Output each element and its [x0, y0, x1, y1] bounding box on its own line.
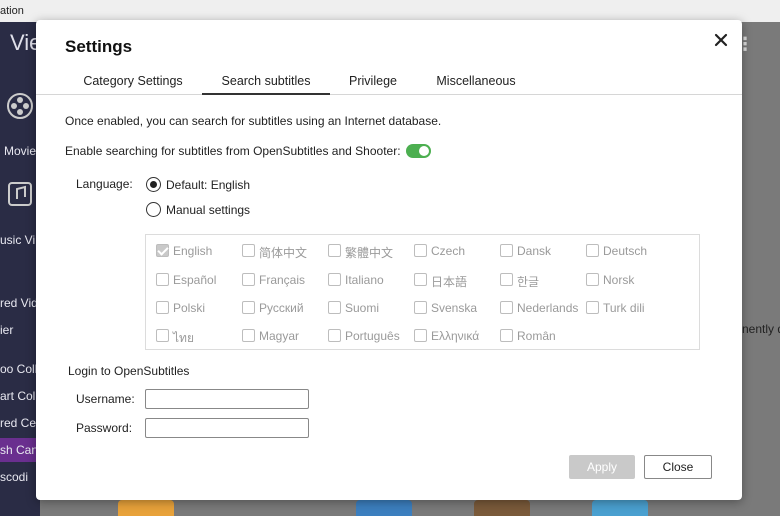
settings-dialog: Settings Category Settings Search subtit…: [36, 20, 742, 500]
language-label: Român: [517, 329, 556, 343]
sidebar: Vie Movie usic Vi red Vid ier oo Colle a…: [0, 22, 40, 516]
language-label: 繁體中文: [345, 246, 394, 260]
language-checkbox[interactable]: [328, 273, 341, 286]
sidebar-item-trash-can[interactable]: sh Can: [0, 438, 40, 462]
language-label: Français: [259, 273, 306, 287]
language-label: Português: [345, 329, 400, 343]
language-checkbox[interactable]: [242, 301, 255, 314]
radio-unselected-icon[interactable]: [146, 202, 161, 217]
language-checkbox[interactable]: [500, 301, 513, 314]
language-label: 한글: [517, 275, 540, 289]
language-checkbox[interactable]: [242, 329, 255, 342]
language-checkbox[interactable]: [328, 301, 341, 314]
language-label: 简体中文: [259, 246, 308, 260]
sidebar-item-movies[interactable]: Movie: [4, 144, 36, 158]
language-label: Deutsch: [603, 244, 648, 258]
language-checkbox[interactable]: [156, 329, 169, 342]
language-checkbox[interactable]: [156, 273, 169, 286]
language-checkbox[interactable]: [586, 301, 599, 314]
language-label: Italiano: [345, 273, 384, 287]
film-reel-icon: [7, 93, 33, 119]
language-checkbox[interactable]: [328, 329, 341, 342]
radio-manual-label: Manual settings: [166, 203, 251, 217]
sidebar-item-transcoding[interactable]: scodi: [0, 470, 28, 484]
enable-search-label: Enable searching for subtitles from Open…: [65, 144, 401, 158]
video-thumbnail[interactable]: [474, 500, 530, 516]
language-checkbox[interactable]: [242, 244, 255, 257]
sidebar-item-folder[interactable]: ier: [0, 323, 13, 337]
language-checkbox[interactable]: [156, 301, 169, 314]
video-thumbnail[interactable]: [592, 500, 648, 516]
language-label: ไทย: [173, 331, 194, 345]
tab-miscellaneous[interactable]: Miscellaneous: [432, 69, 520, 95]
language-checkbox[interactable]: [156, 244, 169, 257]
language-checkbox[interactable]: [242, 273, 255, 286]
sidebar-item-shared-center[interactable]: red Ce: [0, 416, 36, 430]
username-field[interactable]: [145, 389, 309, 409]
password-label: Password:: [76, 421, 133, 435]
dialog-title: Settings: [65, 37, 133, 56]
username-label: Username:: [76, 392, 135, 406]
radio-default-label: Default: English: [166, 178, 251, 192]
toggle-knob: [419, 146, 429, 156]
tab-bar: Category Settings Search subtitles Privi…: [36, 69, 742, 95]
language-checkbox[interactable]: [500, 329, 513, 342]
tab-search-subtitles[interactable]: Search subtitles: [202, 69, 330, 95]
language-label: English: [173, 244, 213, 258]
language-checkbox[interactable]: [328, 244, 341, 257]
window-titlebar: ation: [0, 0, 780, 22]
language-checkbox[interactable]: [414, 301, 427, 314]
sidebar-item-smart-collection[interactable]: art Colle: [0, 389, 40, 403]
language-label: Polski: [173, 301, 206, 315]
background-text: nently d: [742, 322, 780, 336]
language-checkbox[interactable]: [586, 273, 599, 286]
close-icon[interactable]: [712, 31, 730, 49]
language-label: Czech: [431, 244, 466, 258]
apply-button[interactable]: Apply: [569, 455, 635, 479]
language-label: Language:: [76, 177, 133, 191]
login-section-title: Login to OpenSubtitles: [68, 364, 190, 378]
language-checkbox[interactable]: [414, 273, 427, 286]
language-label: Svenska: [431, 301, 478, 315]
language-checkbox[interactable]: [500, 273, 513, 286]
language-list: English 简体中文 繁體中文 Czech Dansk Deutsch Español F…: [145, 234, 700, 350]
language-label: Dansk: [517, 244, 552, 258]
video-thumbnail[interactable]: [356, 500, 412, 516]
language-label: Ελληνικά: [431, 329, 480, 343]
language-checkbox[interactable]: [414, 244, 427, 257]
music-video-icon: [8, 182, 32, 206]
close-button[interactable]: Close: [644, 455, 712, 479]
enable-search-toggle[interactable]: [406, 144, 431, 158]
password-field[interactable]: [145, 418, 309, 438]
sidebar-item-shared-videos[interactable]: red Vid: [0, 296, 38, 310]
radio-selected-icon[interactable]: [146, 177, 161, 192]
language-checkbox[interactable]: [500, 244, 513, 257]
language-label: Suomi: [345, 301, 380, 315]
tab-privilege[interactable]: Privilege: [342, 69, 404, 95]
language-label: Русский: [259, 301, 304, 315]
language-label: Magyar: [259, 329, 300, 343]
language-label: Español: [173, 273, 217, 287]
language-label: Nederlands: [517, 301, 579, 315]
sidebar-item-music-videos[interactable]: usic Vi: [0, 233, 35, 247]
video-thumbnail[interactable]: [118, 500, 174, 516]
language-checkbox[interactable]: [414, 329, 427, 342]
window-title: ation: [0, 5, 24, 17]
tab-category-settings[interactable]: Category Settings: [74, 69, 192, 95]
language-label: Turk dili: [603, 301, 645, 315]
language-label: Norsk: [603, 273, 635, 287]
language-label: 日本語: [431, 275, 468, 289]
sidebar-item-video-collection[interactable]: oo Colle: [0, 362, 40, 376]
language-checkbox[interactable]: [586, 244, 599, 257]
description-text: Once enabled, you can search for subtitl…: [65, 114, 442, 128]
